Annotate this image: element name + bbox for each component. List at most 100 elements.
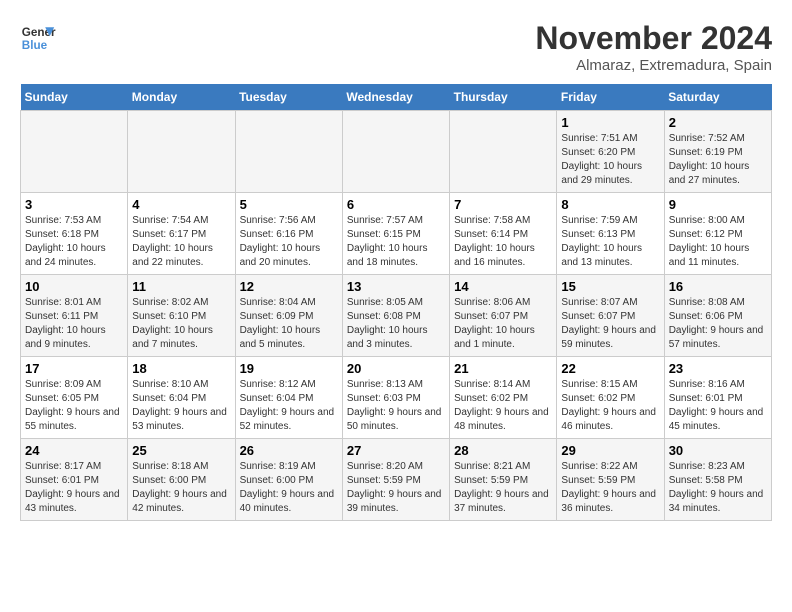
calendar-cell: 22 Sunrise: 8:15 AM Sunset: 6:02 PM Dayli… — [557, 357, 664, 439]
day-number: 4 — [132, 197, 230, 212]
weekday-header-monday: Monday — [128, 84, 235, 111]
weekday-header-thursday: Thursday — [450, 84, 557, 111]
day-number: 8 — [561, 197, 659, 212]
day-number: 10 — [25, 279, 123, 294]
day-info: Sunrise: 7:52 AM Sunset: 6:19 PM Dayligh… — [669, 132, 767, 188]
day-number: 18 — [132, 361, 230, 376]
day-info: Sunrise: 8:13 AM Sunset: 6:03 PM Dayligh… — [347, 378, 445, 434]
day-info: Sunrise: 8:06 AM Sunset: 6:07 PM Dayligh… — [454, 296, 552, 352]
day-info: Sunrise: 8:18 AM Sunset: 6:00 PM Dayligh… — [132, 460, 230, 516]
calendar-cell: 10 Sunrise: 8:01 AM Sunset: 6:11 PM Dayli… — [21, 275, 128, 357]
day-number: 24 — [25, 443, 123, 458]
day-number: 23 — [669, 361, 767, 376]
day-number: 25 — [132, 443, 230, 458]
day-info: Sunrise: 8:17 AM Sunset: 6:01 PM Dayligh… — [25, 460, 123, 516]
calendar-cell: 17 Sunrise: 8:09 AM Sunset: 6:05 PM Dayli… — [21, 357, 128, 439]
calendar-cell: 29 Sunrise: 8:22 AM Sunset: 5:59 PM Dayli… — [557, 439, 664, 521]
calendar-cell: 27 Sunrise: 8:20 AM Sunset: 5:59 PM Dayli… — [342, 439, 449, 521]
calendar-cell: 14 Sunrise: 8:06 AM Sunset: 6:07 PM Dayli… — [450, 275, 557, 357]
calendar-cell: 4 Sunrise: 7:54 AM Sunset: 6:17 PM Daylig… — [128, 193, 235, 275]
weekday-header-saturday: Saturday — [664, 84, 771, 111]
calendar-cell: 18 Sunrise: 8:10 AM Sunset: 6:04 PM Dayli… — [128, 357, 235, 439]
day-number: 15 — [561, 279, 659, 294]
calendar-cell — [342, 111, 449, 193]
title-area: November 2024 Almaraz, Extremadura, Spai… — [535, 20, 772, 74]
day-info: Sunrise: 8:12 AM Sunset: 6:04 PM Dayligh… — [240, 378, 338, 434]
day-number: 27 — [347, 443, 445, 458]
day-info: Sunrise: 8:08 AM Sunset: 6:06 PM Dayligh… — [669, 296, 767, 352]
day-info: Sunrise: 8:10 AM Sunset: 6:04 PM Dayligh… — [132, 378, 230, 434]
header: General Blue November 2024 Almaraz, Extr… — [20, 20, 772, 74]
calendar-cell: 15 Sunrise: 8:07 AM Sunset: 6:07 PM Dayli… — [557, 275, 664, 357]
day-info: Sunrise: 7:59 AM Sunset: 6:13 PM Dayligh… — [561, 214, 659, 270]
weekday-header-wednesday: Wednesday — [342, 84, 449, 111]
day-number: 14 — [454, 279, 552, 294]
calendar-cell — [21, 111, 128, 193]
calendar-cell: 6Sunrise: 7:57 AM Sunset: 6:15 PM Daylig… — [342, 193, 449, 275]
day-number: 30 — [669, 443, 767, 458]
calendar-cell: 12 Sunrise: 8:04 AM Sunset: 6:09 PM Dayli… — [235, 275, 342, 357]
day-info: Sunrise: 8:04 AM Sunset: 6:09 PM Dayligh… — [240, 296, 338, 352]
logo-icon: General Blue — [20, 20, 56, 56]
calendar-cell: 16Sunrise: 8:08 AM Sunset: 6:06 PM Dayli… — [664, 275, 771, 357]
day-info: Sunrise: 8:05 AM Sunset: 6:08 PM Dayligh… — [347, 296, 445, 352]
calendar-cell: 13 Sunrise: 8:05 AM Sunset: 6:08 PM Dayli… — [342, 275, 449, 357]
day-number: 3 — [25, 197, 123, 212]
day-info: Sunrise: 8:09 AM Sunset: 6:05 PM Dayligh… — [25, 378, 123, 434]
day-number: 1 — [561, 115, 659, 130]
day-info: Sunrise: 7:58 AM Sunset: 6:14 PM Dayligh… — [454, 214, 552, 270]
day-info: Sunrise: 8:16 AM Sunset: 6:01 PM Dayligh… — [669, 378, 767, 434]
day-number: 9 — [669, 197, 767, 212]
day-info: Sunrise: 8:01 AM Sunset: 6:11 PM Dayligh… — [25, 296, 123, 352]
day-info: Sunrise: 8:07 AM Sunset: 6:07 PM Dayligh… — [561, 296, 659, 352]
day-number: 2 — [669, 115, 767, 130]
calendar-cell: 26 Sunrise: 8:19 AM Sunset: 6:00 PM Dayli… — [235, 439, 342, 521]
calendar-cell: 23 Sunrise: 8:16 AM Sunset: 6:01 PM Dayli… — [664, 357, 771, 439]
day-info: Sunrise: 8:19 AM Sunset: 6:00 PM Dayligh… — [240, 460, 338, 516]
day-number: 19 — [240, 361, 338, 376]
day-info: Sunrise: 7:57 AM Sunset: 6:15 PM Dayligh… — [347, 214, 445, 270]
calendar-cell: 9 Sunrise: 8:00 AM Sunset: 6:12 PM Daylig… — [664, 193, 771, 275]
calendar-cell: 19 Sunrise: 8:12 AM Sunset: 6:04 PM Dayli… — [235, 357, 342, 439]
day-number: 5 — [240, 197, 338, 212]
day-info: Sunrise: 8:20 AM Sunset: 5:59 PM Dayligh… — [347, 460, 445, 516]
day-number: 22 — [561, 361, 659, 376]
day-info: Sunrise: 7:51 AM Sunset: 6:20 PM Dayligh… — [561, 132, 659, 188]
logo: General Blue — [20, 20, 56, 56]
calendar-cell: 2 Sunrise: 7:52 AM Sunset: 6:19 PM Daylig… — [664, 111, 771, 193]
day-info: Sunrise: 7:56 AM Sunset: 6:16 PM Dayligh… — [240, 214, 338, 270]
day-number: 17 — [25, 361, 123, 376]
day-number: 26 — [240, 443, 338, 458]
calendar-cell: 21 Sunrise: 8:14 AM Sunset: 6:02 PM Dayli… — [450, 357, 557, 439]
day-number: 29 — [561, 443, 659, 458]
month-title: November 2024 — [535, 20, 772, 57]
day-info: Sunrise: 7:54 AM Sunset: 6:17 PM Dayligh… — [132, 214, 230, 270]
calendar-table: SundayMondayTuesdayWednesdayThursdayFrid… — [20, 84, 772, 521]
calendar-cell — [128, 111, 235, 193]
calendar-cell: 11 Sunrise: 8:02 AM Sunset: 6:10 PM Dayli… — [128, 275, 235, 357]
calendar-cell: 3Sunrise: 7:53 AM Sunset: 6:18 PM Daylig… — [21, 193, 128, 275]
calendar-cell: 20 Sunrise: 8:13 AM Sunset: 6:03 PM Dayli… — [342, 357, 449, 439]
day-number: 12 — [240, 279, 338, 294]
day-info: Sunrise: 8:23 AM Sunset: 5:58 PM Dayligh… — [669, 460, 767, 516]
calendar-cell: 30 Sunrise: 8:23 AM Sunset: 5:58 PM Dayli… — [664, 439, 771, 521]
weekday-header-sunday: Sunday — [21, 84, 128, 111]
day-info: Sunrise: 8:21 AM Sunset: 5:59 PM Dayligh… — [454, 460, 552, 516]
weekday-header-tuesday: Tuesday — [235, 84, 342, 111]
calendar-cell: 25 Sunrise: 8:18 AM Sunset: 6:00 PM Dayli… — [128, 439, 235, 521]
day-info: Sunrise: 8:02 AM Sunset: 6:10 PM Dayligh… — [132, 296, 230, 352]
day-info: Sunrise: 8:15 AM Sunset: 6:02 PM Dayligh… — [561, 378, 659, 434]
day-number: 21 — [454, 361, 552, 376]
day-number: 11 — [132, 279, 230, 294]
day-number: 20 — [347, 361, 445, 376]
day-number: 13 — [347, 279, 445, 294]
weekday-header-friday: Friday — [557, 84, 664, 111]
day-info: Sunrise: 8:22 AM Sunset: 5:59 PM Dayligh… — [561, 460, 659, 516]
location-subtitle: Almaraz, Extremadura, Spain — [535, 57, 772, 74]
calendar-cell: 7 Sunrise: 7:58 AM Sunset: 6:14 PM Daylig… — [450, 193, 557, 275]
day-info: Sunrise: 8:14 AM Sunset: 6:02 PM Dayligh… — [454, 378, 552, 434]
calendar-cell: 1 Sunrise: 7:51 AM Sunset: 6:20 PM Daylig… — [557, 111, 664, 193]
calendar-cell: 28Sunrise: 8:21 AM Sunset: 5:59 PM Dayli… — [450, 439, 557, 521]
day-number: 7 — [454, 197, 552, 212]
day-info: Sunrise: 8:00 AM Sunset: 6:12 PM Dayligh… — [669, 214, 767, 270]
